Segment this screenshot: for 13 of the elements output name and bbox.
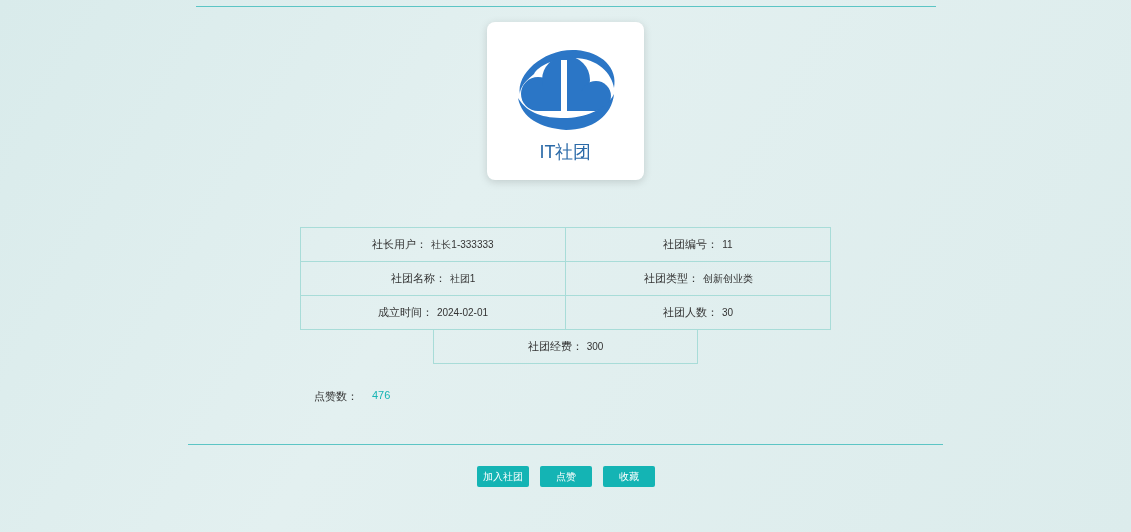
action-button[interactable]: 点赞: [539, 466, 592, 487]
detail-cell: 社长用户： 社长1-333333: [301, 228, 566, 262]
action-button[interactable]: 收藏: [602, 466, 655, 487]
detail-cell: 社团名称： 社团1: [301, 262, 566, 296]
likes-label: 点赞数：: [314, 389, 358, 404]
action-button[interactable]: 加入社团: [476, 466, 529, 487]
detail-cell: 成立时间： 2024-02-01: [301, 296, 566, 330]
logo-text: IT社团: [539, 141, 592, 164]
detail-cell: 社团类型： 创新创业类: [566, 262, 831, 296]
detail-cell: 社团人数： 30: [566, 296, 831, 330]
detail-cell: 社团编号： 11: [566, 228, 831, 262]
likes-count: 476: [372, 389, 391, 403]
detail-cell: 社团经费： 300: [433, 330, 698, 364]
